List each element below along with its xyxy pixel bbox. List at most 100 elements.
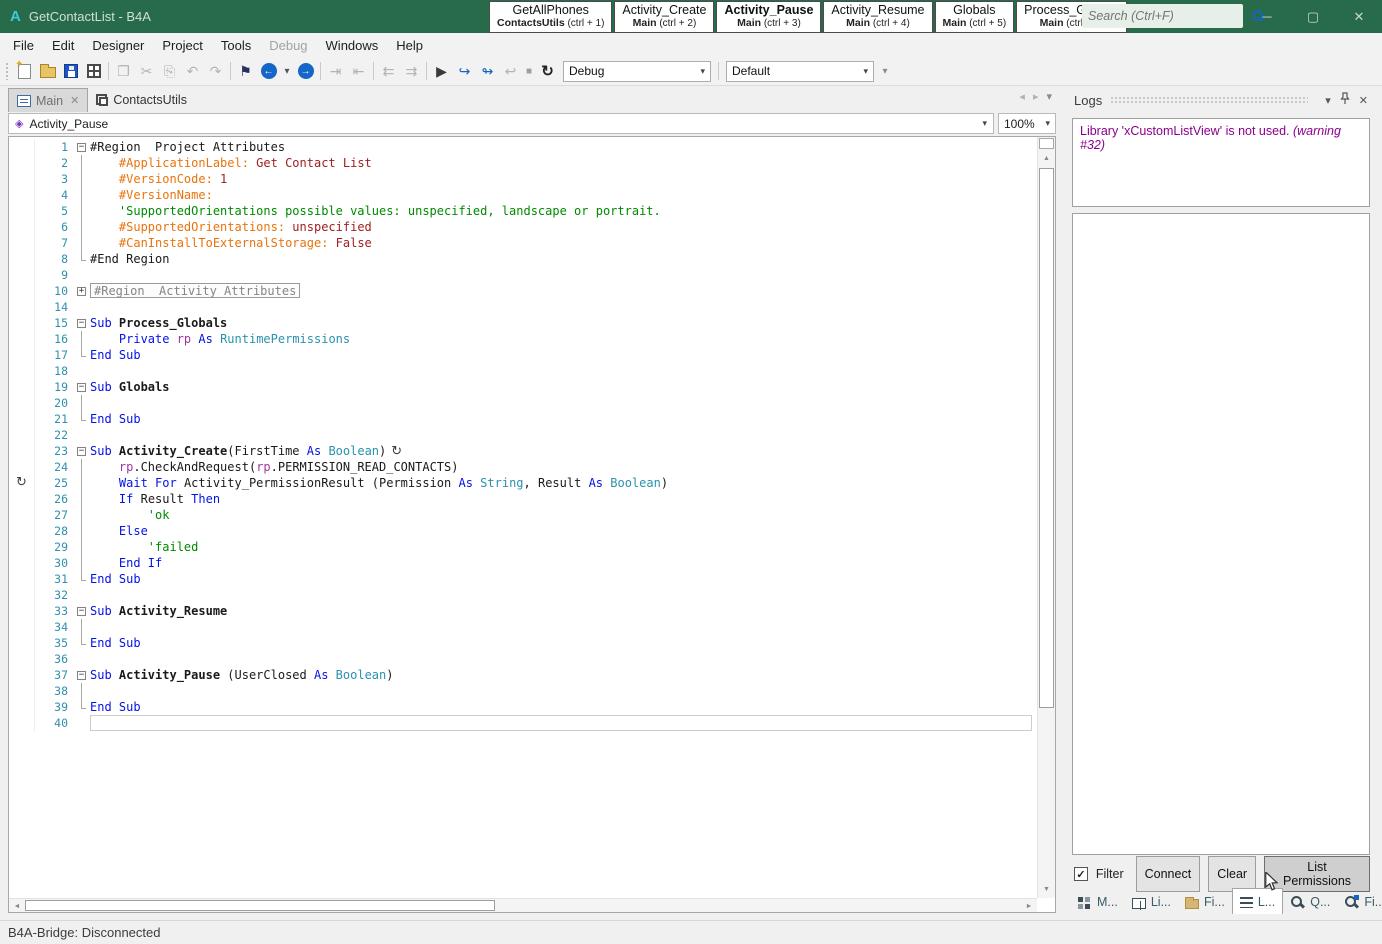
vertical-scrollbar[interactable]: ▲ ▼ — [1037, 137, 1055, 898]
scroll-right-icon[interactable]: ► — [1022, 900, 1036, 912]
code-text[interactable]: End Sub — [90, 571, 1036, 587]
horizontal-scroll-thumb[interactable] — [25, 900, 495, 911]
redo-icon[interactable]: ↷ — [204, 60, 227, 83]
breakpoint-margin[interactable] — [9, 363, 35, 379]
breakpoint-margin[interactable] — [9, 331, 35, 347]
tool-tab-fi-[interactable]: Fi... — [1337, 890, 1382, 914]
code-text[interactable] — [90, 267, 1036, 283]
tab-scroll-right-icon[interactable]: ▸ — [1033, 90, 1039, 103]
code-text[interactable] — [90, 587, 1036, 603]
build-configuration-select[interactable]: Debug ▾ — [563, 60, 711, 82]
breakpoint-margin[interactable] — [9, 667, 35, 683]
uncomment-icon[interactable]: ⇉ — [400, 60, 423, 83]
pin-icon[interactable] — [1340, 92, 1350, 108]
copy-icon[interactable]: ❐ — [112, 60, 135, 83]
breakpoint-margin[interactable] — [9, 571, 35, 587]
code-text[interactable]: #SupportedOrientations: unspecified — [90, 219, 1036, 235]
code-text[interactable] — [90, 299, 1036, 315]
breakpoint-margin[interactable] — [9, 411, 35, 427]
panel-menu-dropdown-icon[interactable]: ▾ — [1325, 94, 1331, 107]
breakpoint-margin[interactable] — [9, 187, 35, 203]
code-text[interactable]: #VersionCode: 1 — [90, 171, 1036, 187]
horizontal-scrollbar[interactable]: ◄ ► — [9, 898, 1037, 912]
compiler-warnings-box[interactable]: Library 'xCustomListView' is not used. (… — [1072, 118, 1370, 207]
collapse-region-icon[interactable]: − — [77, 142, 86, 152]
step-into-icon[interactable]: ↪ — [453, 60, 476, 83]
breakpoint-margin[interactable] — [9, 699, 35, 715]
code-text[interactable]: End Sub — [90, 699, 1036, 715]
code-text[interactable]: Wait For Activity_PermissionResult (Perm… — [90, 475, 1036, 491]
panel-close-icon[interactable]: ✕ — [1359, 94, 1368, 107]
code-text[interactable]: Sub Activity_Pause (UserClosed As Boolea… — [90, 667, 1036, 683]
menu-tools[interactable]: Tools — [212, 35, 260, 56]
code-text[interactable]: #Region Project Attributes — [90, 139, 1036, 155]
code-text[interactable]: If Result Then — [90, 491, 1036, 507]
collapse-region-icon[interactable]: − — [77, 606, 86, 616]
collapse-region-icon[interactable]: − — [77, 670, 86, 680]
code-text[interactable] — [90, 715, 1032, 731]
code-text[interactable] — [90, 427, 1036, 443]
collapse-region-icon[interactable]: − — [77, 446, 86, 456]
bookmark-icon[interactable]: ⚑ — [234, 60, 257, 83]
fold-column[interactable]: − — [75, 315, 90, 331]
member-dropdown-icon[interactable]: ▾ — [982, 118, 987, 129]
quick-button-activity-pause[interactable]: Activity_Pause Main (ctrl + 3) — [716, 1, 822, 33]
breakpoint-margin[interactable] — [9, 395, 35, 411]
breakpoint-margin[interactable] — [9, 555, 35, 571]
fold-column[interactable]: − — [75, 443, 90, 459]
code-text[interactable]: End Sub — [90, 635, 1036, 651]
step-over-icon[interactable]: ↬ — [476, 60, 499, 83]
splitter-handle[interactable] — [1039, 138, 1054, 149]
paste-icon[interactable]: ⎘ — [158, 60, 181, 83]
navigate-back-icon[interactable]: ← — [257, 60, 280, 83]
code-text[interactable]: #ApplicationLabel: Get Contact List — [90, 155, 1036, 171]
search-box[interactable] — [1082, 4, 1263, 28]
fold-column[interactable]: − — [75, 139, 90, 155]
code-text[interactable]: End Sub — [90, 347, 1036, 363]
collapse-region-icon[interactable]: − — [77, 382, 86, 392]
menu-file[interactable]: File — [4, 35, 43, 56]
collapse-region-icon[interactable]: − — [77, 318, 86, 328]
member-combobox[interactable]: ◈ Activity_Pause ▾ — [8, 113, 994, 134]
tool-tab-q-[interactable]: Q... — [1283, 890, 1337, 914]
export-build-icon[interactable] — [82, 60, 105, 83]
scroll-down-icon[interactable]: ▼ — [1039, 882, 1054, 897]
new-project-icon[interactable] — [13, 59, 36, 83]
breakpoint-margin[interactable] — [9, 523, 35, 539]
tool-tab-li-[interactable]: Li... — [1125, 890, 1178, 914]
code-text[interactable]: 'SupportedOrientations possible values: … — [90, 203, 1036, 219]
rebuild-icon[interactable]: ↻ — [536, 60, 559, 83]
code-text[interactable]: 'ok — [90, 507, 1036, 523]
breakpoint-margin[interactable] — [9, 299, 35, 315]
breakpoint-margin[interactable] — [9, 139, 35, 155]
breakpoint-margin[interactable] — [9, 603, 35, 619]
breakpoint-margin[interactable]: ↻ — [9, 475, 35, 491]
fold-column[interactable]: + — [75, 283, 90, 299]
scroll-up-icon[interactable]: ▲ — [1039, 151, 1054, 166]
search-input[interactable] — [1088, 9, 1251, 23]
vertical-scroll-thumb[interactable] — [1039, 168, 1054, 708]
save-icon[interactable] — [59, 60, 82, 83]
run-icon[interactable]: ▶ — [430, 60, 453, 83]
menu-windows[interactable]: Windows — [317, 35, 388, 56]
undo-icon[interactable]: ↶ — [181, 60, 204, 83]
toolbar-overflow-icon[interactable]: ▾ — [878, 60, 892, 83]
breakpoint-margin[interactable] — [9, 459, 35, 475]
fold-column[interactable]: − — [75, 379, 90, 395]
breakpoint-margin[interactable] — [9, 235, 35, 251]
tool-tab-m-[interactable]: M... — [1070, 890, 1125, 914]
breakpoint-margin[interactable] — [9, 427, 35, 443]
quick-button-globals[interactable]: Globals Main (ctrl + 5) — [934, 1, 1015, 33]
code-editor[interactable]: 1− #Region Project Attributes 2 #Applicati… — [8, 136, 1056, 913]
code-text[interactable]: End Sub — [90, 411, 1036, 427]
code-text[interactable]: Else — [90, 523, 1036, 539]
close-button[interactable]: ✕ — [1336, 0, 1382, 33]
breakpoint-margin[interactable] — [9, 315, 35, 331]
log-output-box[interactable] — [1072, 213, 1370, 855]
code-text[interactable] — [90, 651, 1036, 667]
tab-contactsutils[interactable]: ContactsUtils — [88, 88, 195, 112]
code-text[interactable]: Sub Globals — [90, 379, 1036, 395]
quick-button-activity-resume[interactable]: Activity_Resume Main (ctrl + 4) — [823, 1, 933, 33]
clear-button[interactable]: Clear — [1208, 856, 1257, 892]
stop-icon[interactable]: ■ — [522, 60, 536, 83]
